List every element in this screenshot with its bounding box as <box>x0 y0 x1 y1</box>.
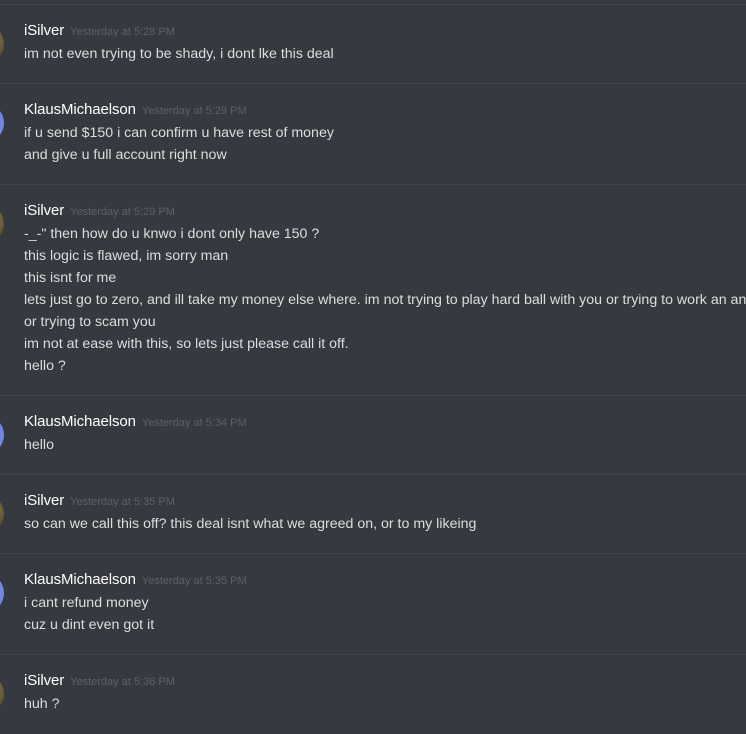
message-header: KlausMichaelson Yesterday at 5:34 PM <box>24 413 247 431</box>
timestamp: Yesterday at 5:28 PM <box>70 26 175 38</box>
message-header: iSilver Yesterday at 5:36 PM <box>24 672 175 690</box>
message-line: -_-" then how do u knwo i dont only have… <box>24 226 320 242</box>
username[interactable]: iSilver <box>24 22 64 39</box>
message-header: iSilver Yesterday at 5:35 PM <box>24 492 175 510</box>
message-header: KlausMichaelson Yesterday at 5:35 PM <box>24 571 247 589</box>
message-divider <box>0 395 746 396</box>
message-divider <box>0 184 746 185</box>
user-avatar-isilver[interactable] <box>0 674 4 714</box>
message-content: hello <box>24 434 54 456</box>
message-content: -_-" then how do u knwo i dont only have… <box>24 223 746 377</box>
message-divider <box>0 654 746 655</box>
timestamp: Yesterday at 5:29 PM <box>70 206 175 218</box>
message-line: lets just go to zero, and ill take my mo… <box>24 292 746 308</box>
message-line: so can we call this off? this deal isnt … <box>24 516 477 532</box>
message-line: or trying to scam you <box>24 314 156 330</box>
message-header: KlausMichaelson Yesterday at 5:29 PM <box>24 101 247 119</box>
message-line: hello <box>24 437 54 453</box>
username[interactable]: iSilver <box>24 202 64 219</box>
message-line: and give u full account right now <box>24 147 227 163</box>
timestamp: Yesterday at 5:36 PM <box>70 676 175 688</box>
message-content: so can we call this off? this deal isnt … <box>24 513 476 535</box>
timestamp: Yesterday at 5:35 PM <box>70 496 175 508</box>
message-line: im not even trying to be shady, i dont l… <box>24 46 334 62</box>
timestamp: Yesterday at 5:34 PM <box>141 417 247 429</box>
message-content: i cant refund money cuz u dint even got … <box>24 592 154 636</box>
message-divider <box>0 553 746 554</box>
message-line: im not at ease with this, so lets just p… <box>24 336 349 352</box>
user-avatar-isilver[interactable] <box>0 204 4 244</box>
message-line: huh ? <box>24 696 60 712</box>
chat-messages: iSilver Yesterday at 5:28 PM im not even … <box>0 0 746 734</box>
username[interactable]: iSilver <box>24 672 64 689</box>
user-avatar-isilver[interactable] <box>0 494 4 534</box>
message-header: iSilver Yesterday at 5:29 PM <box>24 202 175 220</box>
message-line: this logic is flawed, im sorry man <box>24 248 229 264</box>
message-line: hello ? <box>24 358 66 374</box>
timestamp: Yesterday at 5:29 PM <box>141 105 247 117</box>
username[interactable]: KlausMichaelson <box>24 101 136 118</box>
message-line: cuz u dint even got it <box>24 617 155 633</box>
username[interactable]: KlausMichaelson <box>24 571 136 588</box>
user-avatar-klausmichaelson[interactable] <box>0 415 4 455</box>
timestamp: Yesterday at 5:35 PM <box>141 575 247 587</box>
user-avatar-klausmichaelson[interactable] <box>0 573 4 613</box>
message-divider <box>0 83 746 84</box>
message-line: this isnt for me <box>24 270 117 286</box>
message-divider <box>0 474 746 475</box>
user-avatar-isilver[interactable] <box>0 24 4 64</box>
message-content: huh ? <box>24 693 60 715</box>
message-content: if u send $150 i can confirm u have rest… <box>24 122 334 166</box>
message-header: iSilver Yesterday at 5:28 PM <box>24 22 175 40</box>
message-content: im not even trying to be shady, i dont l… <box>24 43 334 65</box>
message-line: if u send $150 i can confirm u have rest… <box>24 125 334 141</box>
message-divider <box>0 4 746 5</box>
username[interactable]: KlausMichaelson <box>24 413 136 430</box>
message-line: i cant refund money <box>24 595 149 611</box>
username[interactable]: iSilver <box>24 492 64 509</box>
user-avatar-klausmichaelson[interactable] <box>0 103 4 143</box>
